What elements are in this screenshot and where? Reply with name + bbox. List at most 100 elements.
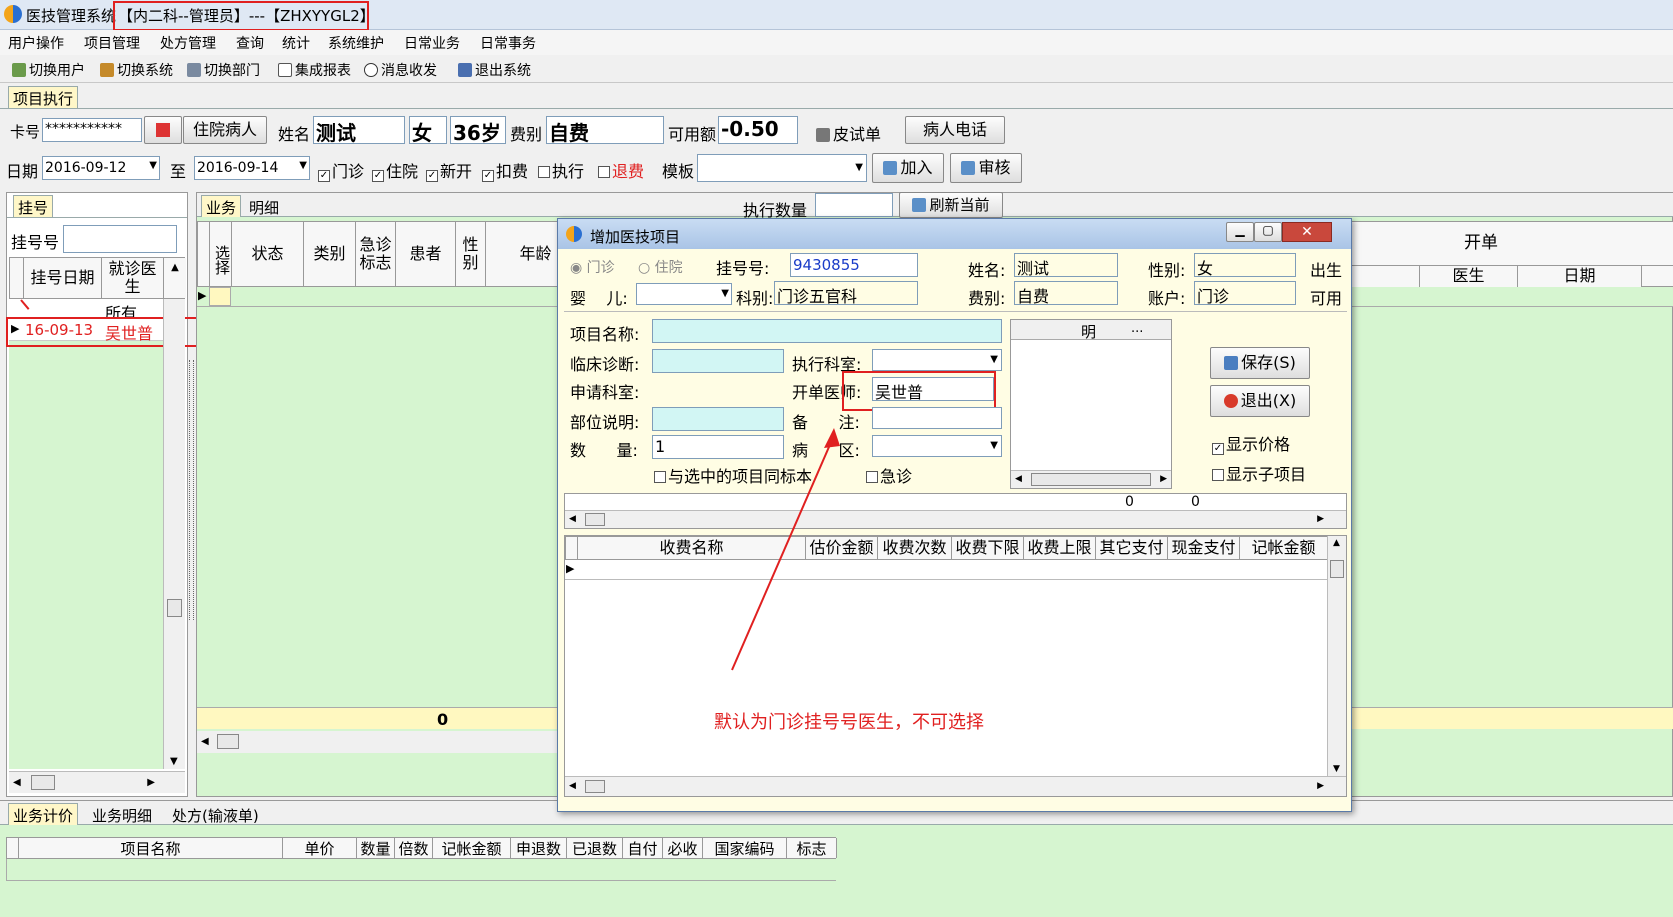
fee-grid-row[interactable]: ▶	[565, 560, 1327, 580]
left-panel: 挂号 挂号号 挂号日期 就诊医生 ▲ 所有 ▶ 16-09-13 吴世普 ▼ ◀…	[6, 192, 206, 797]
qty-value: 1	[655, 437, 666, 456]
switch-dept-button[interactable]: 切换部门	[187, 60, 260, 80]
scroll-right-icon: ▶	[1160, 474, 1167, 484]
emergency-check[interactable]: 急诊	[866, 463, 912, 487]
show-sub-check[interactable]: 显示子项目	[1212, 461, 1306, 485]
card-input[interactable]: ***********	[42, 118, 142, 142]
scroll-down-icon: ▼	[1333, 764, 1340, 774]
footer-sum: 0	[437, 710, 449, 729]
reg-row-all[interactable]: 所有	[9, 299, 163, 323]
patient-phone-button[interactable]: 病人电话	[905, 116, 1005, 144]
menu-project-mgmt[interactable]: 项目管理	[84, 33, 140, 53]
age-field: 36岁	[450, 116, 506, 145]
col-indicator	[198, 222, 210, 286]
inpatient-button[interactable]: 住院病人	[183, 116, 267, 144]
tab-business-pricing[interactable]: 业务计价	[8, 803, 79, 825]
col-order-date: 日期	[1518, 266, 1642, 288]
date-from-picker[interactable]: 2016-09-12 ▼	[42, 156, 160, 180]
bottom-grid-row[interactable]	[6, 859, 836, 881]
fee-grid-hscrollbar[interactable]: ◀ ▶	[565, 776, 1346, 796]
reg-no-input[interactable]	[63, 225, 177, 253]
exec-qty-input[interactable]	[815, 193, 893, 217]
exit-button[interactable]: 退出(X)	[1210, 385, 1310, 417]
radio-inpatient[interactable]: ○ 住院	[638, 257, 683, 277]
show-price-check[interactable]: ✓ 显示价格	[1212, 431, 1290, 455]
diagnosis-input[interactable]	[652, 349, 784, 373]
save-icon	[1224, 356, 1239, 370]
audit-icon	[961, 161, 976, 175]
tab-project-exec[interactable]: 项目执行	[8, 86, 79, 108]
card-reader-button[interactable]	[144, 116, 182, 144]
exec-dept-select[interactable]: ▼	[872, 349, 1002, 371]
left-vscrollbar[interactable]: ▼	[163, 299, 185, 769]
dept-value: 门诊五官科	[777, 287, 858, 306]
menu-query[interactable]: 查询	[236, 33, 264, 53]
item-grid-zero-1: 0	[1125, 494, 1134, 510]
menu-daily-business[interactable]: 日常业务	[404, 33, 460, 53]
left-hscrollbar[interactable]: ◀ ▶	[9, 771, 185, 793]
radio-clinic[interactable]: ◉ 门诊	[570, 257, 615, 277]
menu-daily-affairs[interactable]: 日常事务	[480, 33, 536, 53]
messages-button[interactable]: 消息收发	[364, 60, 437, 80]
switch-user-button[interactable]: 切换用户	[12, 60, 85, 80]
minimize-button[interactable]: ▁	[1226, 222, 1254, 242]
skin-test-button[interactable]: 皮试单	[816, 121, 881, 145]
save-button[interactable]: 保存(S)	[1210, 347, 1310, 379]
item-name-input[interactable]	[652, 319, 1002, 343]
check-new[interactable]: ✓ 新开	[426, 158, 472, 182]
item-grid-hscrollbar[interactable]: ◀ ▶	[565, 510, 1346, 528]
col-self-pay: 自付	[623, 838, 663, 858]
close-button[interactable]: ✕	[1282, 222, 1332, 242]
name-label: 姓名	[278, 125, 311, 144]
date-to-picker[interactable]: 2016-09-14 ▼	[194, 156, 310, 180]
patient-bar: 卡号 *********** 住院病人 姓名 测试 女 36岁 费别 自费 可用…	[0, 110, 1673, 150]
detail-list[interactable]: 明 ... ◀ ▶	[1010, 319, 1172, 489]
col-order-doctor: 医生	[1420, 266, 1518, 288]
check-clinic[interactable]: ✓ 门诊	[318, 158, 364, 182]
fee-value: 自费	[1017, 287, 1050, 306]
date-label: 日期	[6, 162, 39, 181]
center-hscrollbar[interactable]: ◀	[197, 731, 557, 753]
menu-stats[interactable]: 统计	[282, 33, 310, 53]
center-tabbar: 业务 明细 执行数量 刷新当前	[197, 192, 1673, 220]
col-select: 选择	[210, 222, 232, 286]
switch-system-button[interactable]: 切换系统	[100, 60, 173, 80]
row-select-cell[interactable]	[209, 287, 231, 306]
scroll-up-icon[interactable]: ▲	[164, 258, 186, 298]
scroll-left-icon: ◀	[13, 777, 21, 788]
exit-system-button[interactable]: 退出系统	[458, 60, 531, 80]
card-value: ***********	[45, 121, 122, 137]
infant-select[interactable]: ▼	[636, 283, 732, 305]
tab-business[interactable]: 业务	[201, 195, 242, 217]
col-emergency: 急诊标志	[356, 222, 396, 286]
remark-input[interactable]	[872, 407, 1002, 429]
splitter[interactable]	[189, 360, 194, 620]
tab-detail[interactable]: 明细	[249, 197, 279, 218]
refresh-button[interactable]: 刷新当前	[899, 192, 1003, 218]
check-execute[interactable]: 执行	[538, 158, 584, 182]
detail-hscrollbar[interactable]: ◀ ▶	[1011, 470, 1171, 488]
maximize-button[interactable]: ▢	[1254, 222, 1282, 242]
checkbox-unchecked-icon	[1212, 469, 1224, 481]
tab-prescription[interactable]: 处方(输液单)	[172, 805, 259, 826]
ward-select[interactable]: ▼	[872, 435, 1002, 457]
menu-system[interactable]: 系统维护	[328, 33, 384, 53]
checkbox-checked-icon: ✓	[372, 170, 384, 182]
tab-registration[interactable]: 挂号	[13, 195, 54, 217]
fee-grid-vscrollbar[interactable]: ▲ ▼	[1327, 536, 1346, 776]
dialog-logo-icon	[566, 226, 582, 242]
tab-business-detail[interactable]: 业务明细	[92, 805, 152, 826]
users-icon	[12, 63, 26, 77]
audit-button[interactable]: 审核	[950, 153, 1022, 183]
check-deduct[interactable]: ✓ 扣费	[482, 158, 528, 182]
menu-prescription-mgmt[interactable]: 处方管理	[160, 33, 216, 53]
col-reg-date: 挂号日期	[24, 258, 102, 298]
menu-user-ops[interactable]: 用户操作	[8, 33, 64, 53]
template-select[interactable]: ▼	[697, 154, 867, 182]
check-refund[interactable]: 退费	[598, 158, 644, 182]
check-inpatient[interactable]: ✓ 住院	[372, 158, 418, 182]
swap-icon	[100, 63, 114, 77]
add-button[interactable]: 加入	[872, 153, 944, 183]
date-from-value: 2016-09-12	[45, 160, 127, 176]
reports-button[interactable]: 集成报表	[278, 60, 351, 80]
